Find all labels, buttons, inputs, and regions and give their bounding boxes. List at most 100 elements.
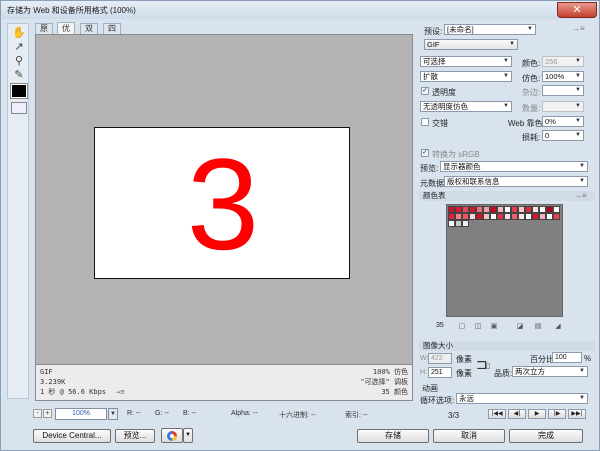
toggle-slices-visibility-icon[interactable] — [11, 102, 27, 114]
dither-amount-input[interactable]: 100% ▼ — [542, 71, 584, 82]
prev-frame-icon[interactable]: ◀| — [508, 409, 526, 419]
play-icon[interactable]: ▶ — [528, 409, 546, 419]
tab-optimized[interactable]: 优化 — [57, 22, 75, 45]
percent-input[interactable]: 100 — [552, 352, 582, 363]
transparency-checkbox[interactable]: ✓ — [421, 87, 429, 95]
color-swatch[interactable] — [455, 213, 462, 220]
preview-button[interactable]: 预览... — [115, 429, 155, 443]
zoom-in-button[interactable]: + — [43, 409, 52, 418]
preview-select[interactable]: 显示器颜色 ▼ — [440, 161, 588, 172]
color-table[interactable] — [446, 204, 563, 317]
color-swatch[interactable] — [497, 213, 504, 220]
zoom-dropdown-icon[interactable]: ▼ — [108, 408, 118, 420]
convert-srgb-label: 转换为 sRGB — [432, 150, 480, 159]
optimization-info: GIF 3.239K 1 秒 @ 56.6 Kbps →≡ 100% 仿色 "可… — [35, 365, 413, 401]
color-swatch[interactable] — [553, 213, 560, 220]
close-button[interactable]: ✕ — [557, 2, 597, 18]
color-swatch[interactable] — [490, 213, 497, 220]
color-swatch[interactable] — [546, 213, 553, 220]
preset-menu-icon[interactable]: →≡ — [572, 24, 585, 33]
next-frame-icon[interactable]: |▶ — [548, 409, 566, 419]
color-swatch[interactable] — [490, 206, 497, 213]
info-palette: "可选择" 调板 — [360, 378, 408, 386]
preview-canvas[interactable]: 3 — [35, 34, 413, 365]
colors-select[interactable]: 256 ▼ — [542, 56, 584, 67]
color-swatch[interactable] — [532, 206, 539, 213]
last-frame-icon[interactable]: ▶▶| — [568, 409, 586, 419]
color-swatch[interactable] — [511, 213, 518, 220]
color-swatch[interactable] — [497, 206, 504, 213]
tab-original[interactable]: 原稿 — [35, 23, 53, 43]
zoom-icon[interactable]: ⚲ — [12, 54, 26, 68]
color-swatch[interactable] — [504, 206, 511, 213]
color-table-menu-icon[interactable]: →≡ — [574, 191, 587, 200]
color-swatch[interactable] — [525, 213, 532, 220]
color-swatch[interactable] — [462, 213, 469, 220]
color-swatch[interactable] — [483, 206, 490, 213]
color-swatch[interactable] — [539, 213, 546, 220]
info-colors: 35 颜色 — [381, 388, 408, 396]
height-input[interactable]: 251 — [428, 367, 452, 378]
slice-select-icon[interactable]: ↗ — [12, 40, 26, 54]
width-input[interactable]: 422 — [428, 353, 452, 364]
color-swatch[interactable] — [483, 213, 490, 220]
eyedropper-color-swatch[interactable] — [10, 83, 28, 99]
save-button[interactable]: 存储 — [357, 429, 429, 443]
browser-preview-button[interactable] — [161, 428, 183, 443]
color-reduction-select[interactable]: 可选择 ▼ — [420, 56, 512, 67]
map-transparent-icon[interactable]: ▢ — [458, 322, 466, 330]
lock-color-icon[interactable]: ▣ — [490, 322, 498, 330]
color-swatch[interactable] — [532, 213, 539, 220]
color-swatch[interactable] — [448, 206, 455, 213]
table-expand-icon[interactable]: ◢ — [554, 322, 562, 330]
web-shift-icon[interactable]: ◫ — [474, 322, 482, 330]
color-swatch[interactable] — [448, 220, 455, 227]
web-snap-input[interactable]: 0% ▼ — [542, 116, 584, 127]
amount-input[interactable]: ▼ — [542, 101, 584, 112]
lossy-input[interactable]: 0 ▼ — [542, 130, 584, 141]
color-swatch[interactable] — [462, 220, 469, 227]
color-swatch[interactable] — [504, 213, 511, 220]
color-swatch[interactable] — [511, 206, 518, 213]
color-swatch[interactable] — [455, 220, 462, 227]
color-swatch[interactable] — [525, 206, 532, 213]
new-color-icon[interactable]: ◪ — [516, 322, 524, 330]
metadata-select[interactable]: 版权和联系信息 ▼ — [444, 176, 588, 187]
color-swatch[interactable] — [553, 206, 560, 213]
tab-4up[interactable]: 四联 — [103, 23, 121, 43]
color-swatch[interactable] — [539, 206, 546, 213]
preset-select[interactable]: [未命名] ▼ — [444, 24, 536, 35]
color-swatch[interactable] — [448, 213, 455, 220]
color-swatch[interactable] — [469, 213, 476, 220]
loop-select[interactable]: 永远 ▼ — [456, 393, 588, 404]
info-menu-icon[interactable]: →≡ — [116, 388, 124, 397]
first-frame-icon[interactable]: |◀◀ — [488, 409, 506, 419]
zoom-level-input[interactable]: 100% — [55, 408, 107, 420]
info-format: GIF — [40, 368, 53, 376]
color-swatch[interactable] — [518, 206, 525, 213]
quality-select[interactable]: 两次立方 ▼ — [512, 366, 588, 377]
tab-2up[interactable]: 双联 — [80, 23, 98, 43]
color-swatch[interactable] — [476, 206, 483, 213]
device-central-button[interactable]: Device Central... — [33, 429, 111, 443]
color-swatch[interactable] — [518, 213, 525, 220]
color-swatch[interactable] — [476, 213, 483, 220]
convert-srgb-checkbox[interactable]: ✓ — [421, 149, 429, 157]
color-swatch[interactable] — [469, 206, 476, 213]
cancel-button[interactable]: 取消 — [433, 429, 505, 443]
done-button[interactable]: 完成 — [509, 429, 583, 443]
color-swatch[interactable] — [546, 206, 553, 213]
interlaced-checkbox[interactable] — [421, 118, 429, 126]
eyedropper-icon[interactable]: ✎ — [12, 68, 26, 82]
color-swatch[interactable] — [455, 206, 462, 213]
dither-algorithm-select[interactable]: 扩散 ▼ — [420, 71, 512, 82]
zoom-out-button[interactable]: - — [33, 409, 42, 418]
transparency-dither-select[interactable]: 无透明度仿色 ▼ — [420, 101, 512, 112]
delete-color-icon[interactable]: ▤ — [534, 322, 542, 330]
browser-dropdown-icon[interactable]: ▼ — [183, 428, 193, 443]
format-select[interactable]: GIF ▼ — [424, 39, 518, 50]
color-swatch[interactable] — [462, 206, 469, 213]
matte-label: 杂边: — [522, 88, 541, 97]
matte-select[interactable]: ▼ — [542, 85, 584, 96]
hand-icon[interactable]: ✋ — [12, 26, 26, 40]
